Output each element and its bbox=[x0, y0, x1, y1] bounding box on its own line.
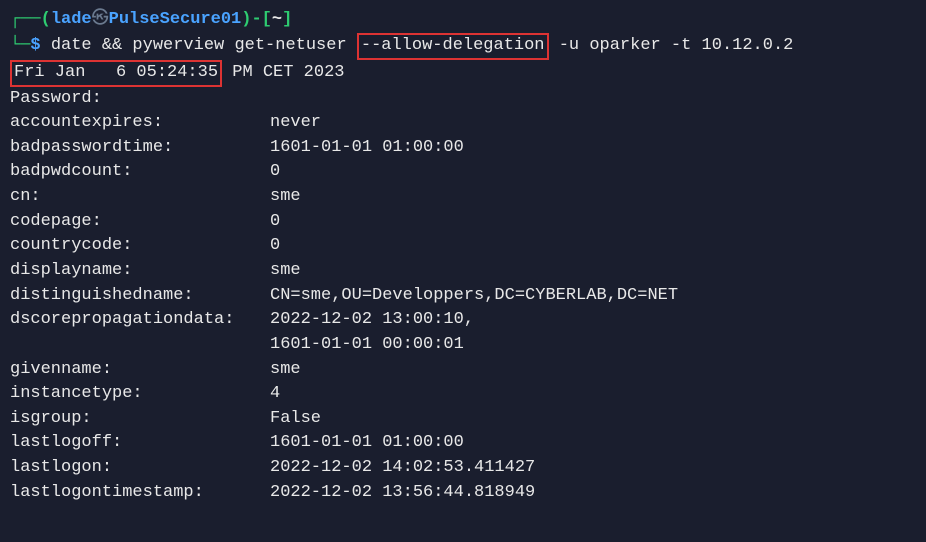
kv-key: countrycode: bbox=[10, 234, 270, 259]
kv-val: 1601-01-01 01:00:00 bbox=[270, 433, 464, 452]
kv-row: lastlogontimestamp:2022-12-02 13:56:44.8… bbox=[10, 481, 916, 506]
kv-key: codepage: bbox=[10, 210, 270, 235]
kv-val: sme bbox=[270, 261, 301, 280]
prompt-open-paren: ┌──( bbox=[10, 10, 51, 29]
kv-key: distinguishedname: bbox=[10, 284, 270, 309]
kv-val: never bbox=[270, 113, 321, 132]
kv-val: False bbox=[270, 409, 321, 428]
kv-val: 0 bbox=[270, 236, 280, 255]
command-before[interactable]: date && pywerview get-netuser bbox=[51, 36, 357, 55]
kv-row: badpwdcount:0 bbox=[10, 160, 916, 185]
command-flag: --allow-delegation bbox=[361, 36, 545, 55]
kv-val: 2022-12-02 13:00:10, bbox=[270, 310, 474, 329]
kv-row: accountexpires:never bbox=[10, 111, 916, 136]
kv-key: lastlogoff: bbox=[10, 431, 270, 456]
prompt-close-paren: ) bbox=[241, 10, 251, 29]
kv-row: badpasswordtime:1601-01-01 01:00:00 bbox=[10, 136, 916, 161]
kv-row: countrycode:0 bbox=[10, 234, 916, 259]
highlight-allow-delegation: --allow-delegation bbox=[357, 33, 549, 60]
kv-row: dscorepropagationdata:2022-12-02 13:00:1… bbox=[10, 308, 916, 333]
kv-val: 0 bbox=[270, 162, 280, 181]
prompt-path-open: -[ bbox=[251, 10, 271, 29]
kv-val: CN=sme,OU=Developpers,DC=CYBERLAB,DC=NET bbox=[270, 286, 678, 305]
kv-val: 4 bbox=[270, 384, 280, 403]
prompt-line-1: ┌──(lade㉿PulseSecure01)-[~] bbox=[10, 8, 916, 33]
kv-row: givenname:sme bbox=[10, 358, 916, 383]
kv-row: lastlogon:2022-12-02 14:02:53.411427 bbox=[10, 456, 916, 481]
kv-row: instancetype:4 bbox=[10, 382, 916, 407]
kv-row: distinguishedname:CN=sme,OU=Developpers,… bbox=[10, 284, 916, 309]
date-boxed-text: Fri Jan 6 05:24:35 bbox=[14, 63, 218, 82]
command-after[interactable]: -u oparker -t 10.12.0.2 bbox=[549, 36, 794, 55]
kv-key: dscorepropagationdata: bbox=[10, 308, 270, 333]
highlight-date: Fri Jan 6 05:24:35 bbox=[10, 60, 222, 87]
prompt-path-close: ] bbox=[282, 10, 292, 29]
kv-key: accountexpires: bbox=[10, 111, 270, 136]
kv-val: 0 bbox=[270, 212, 280, 231]
kv-val: 1601-01-01 01:00:00 bbox=[270, 138, 464, 157]
kv-key: isgroup: bbox=[10, 407, 270, 432]
kv-key: badpwdcount: bbox=[10, 160, 270, 185]
kv-row: codepage:0 bbox=[10, 210, 916, 235]
kv-row: Password: bbox=[10, 87, 916, 112]
kv-row: displayname:sme bbox=[10, 259, 916, 284]
prompt-dollar: $ bbox=[30, 36, 40, 55]
kv-key: givenname: bbox=[10, 358, 270, 383]
kv-row: isgroup:False bbox=[10, 407, 916, 432]
kv-key: lastlogontimestamp: bbox=[10, 481, 270, 506]
prompt-branch: └─ bbox=[10, 36, 30, 55]
kv-val: 2022-12-02 14:02:53.411427 bbox=[270, 458, 535, 477]
prompt-path: ~ bbox=[272, 10, 282, 29]
prompt-line-2: └─$ date && pywerview get-netuser --allo… bbox=[10, 33, 916, 60]
kv-val: 1601-01-01 00:00:01 bbox=[270, 335, 464, 354]
kv-val: sme bbox=[270, 187, 301, 206]
kv-key: Password: bbox=[10, 87, 270, 112]
kv-key: badpasswordtime: bbox=[10, 136, 270, 161]
kv-key: instancetype: bbox=[10, 382, 270, 407]
prompt-at: ㉿ bbox=[92, 10, 109, 29]
kv-row: lastlogoff:1601-01-01 01:00:00 bbox=[10, 431, 916, 456]
prompt-host: PulseSecure01 bbox=[109, 10, 242, 29]
kv-row: 1601-01-01 00:00:01 bbox=[10, 333, 916, 358]
date-output: Fri Jan 6 05:24:35 PM CET 2023 bbox=[10, 60, 916, 87]
kv-row: cn:sme bbox=[10, 185, 916, 210]
date-rest-text: PM CET 2023 bbox=[222, 63, 344, 82]
kv-key: displayname: bbox=[10, 259, 270, 284]
kv-val: sme bbox=[270, 360, 301, 379]
kv-key: cn: bbox=[10, 185, 270, 210]
kv-val: 2022-12-02 13:56:44.818949 bbox=[270, 483, 535, 502]
kv-key: lastlogon: bbox=[10, 456, 270, 481]
prompt-user: lade bbox=[51, 10, 92, 29]
